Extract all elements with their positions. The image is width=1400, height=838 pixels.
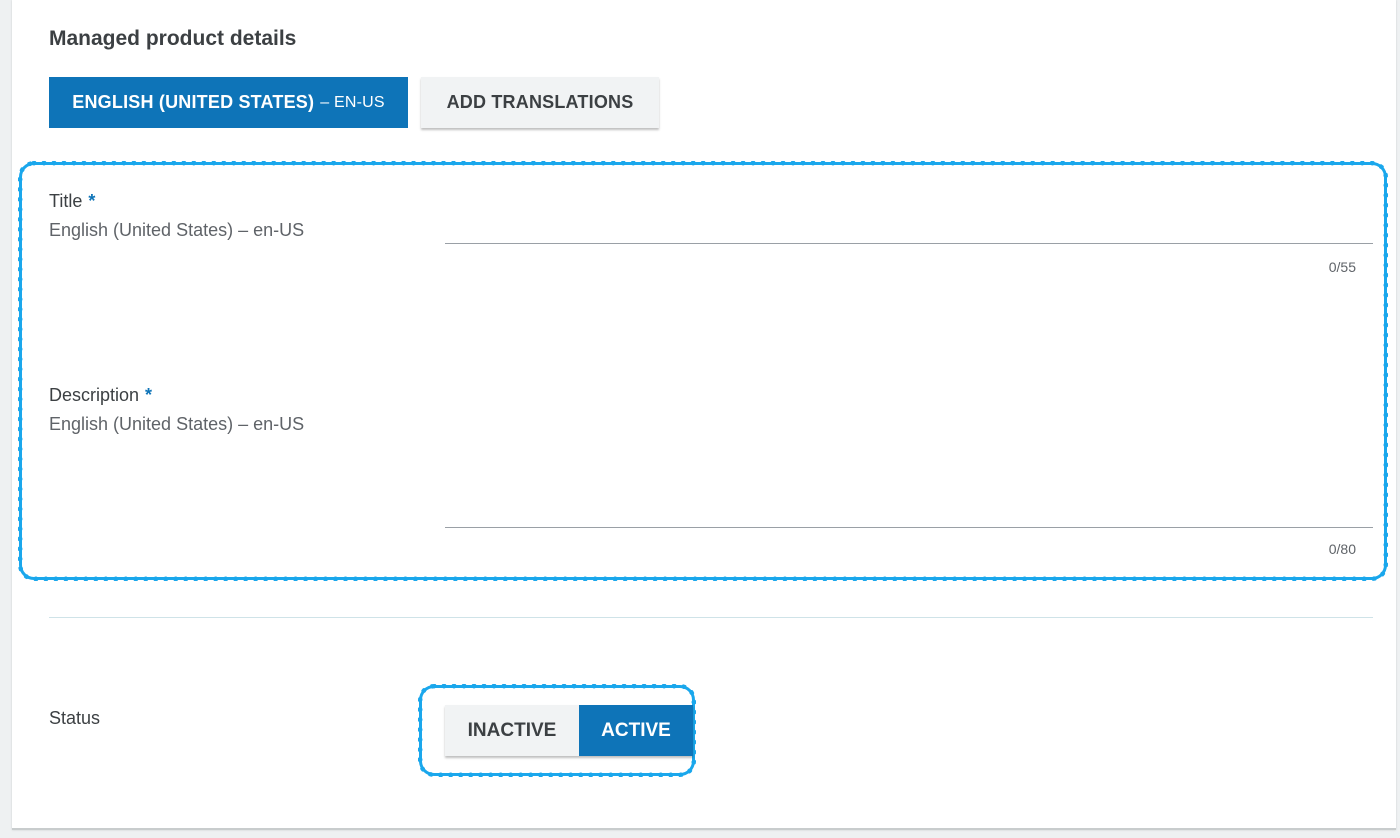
description-input[interactable] [445,496,1377,526]
description-underline [445,527,1373,528]
status-label: Status [49,708,101,728]
language-tab-code: – EN-US [320,93,385,111]
title-char-counter: 0/55 [1328,259,1356,275]
title-underline [445,243,1373,244]
description-locale: English (United States) – en-US [49,414,305,434]
description-label: Description * [49,385,152,406]
language-tab-label: ENGLISH (UNITED STATES) [72,92,315,112]
status-inactive-option[interactable]: INACTIVE [445,705,579,756]
title-label: Title * [49,191,95,212]
description-label-text: Description [49,385,140,405]
required-asterisk: * [145,385,153,405]
product-details-card: Managed product details ENGLISH (UNITED … [12,0,1396,830]
section-divider [49,617,1373,618]
language-tab-en-us[interactable]: ENGLISH (UNITED STATES) – EN-US [49,77,408,128]
status-toggle[interactable]: INACTIVE ACTIVE [445,705,693,756]
section-title: Managed product details [49,27,297,50]
status-active-option[interactable]: ACTIVE [579,705,693,756]
add-translations-button[interactable]: ADD TRANSLATIONS [421,77,659,128]
required-asterisk: * [88,191,96,211]
title-locale: English (United States) – en-US [49,220,305,240]
title-label-text: Title [49,191,83,211]
title-input[interactable] [445,212,1377,242]
description-char-counter: 0/80 [1328,541,1356,557]
